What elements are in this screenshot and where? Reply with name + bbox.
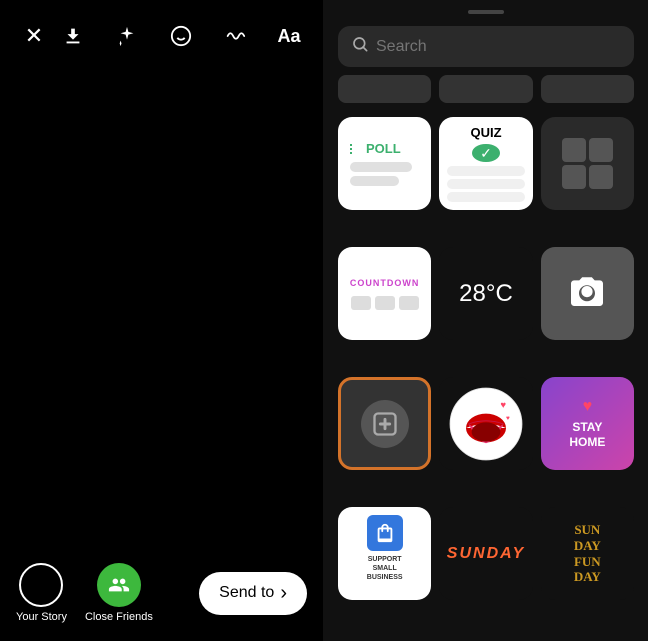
temp-label: 28°C xyxy=(459,280,513,308)
quiz-check-icon: ✓ xyxy=(472,144,500,162)
sunfun-label: SUNDAYFUNDAY xyxy=(574,522,601,584)
sticker-support-small-business[interactable]: SUPPORTSMALLBUSINESS xyxy=(338,507,431,600)
close-icon[interactable]: ✕ xyxy=(16,18,52,54)
sunday-label: SUNDAY xyxy=(447,545,525,563)
canvas-area xyxy=(0,0,323,641)
counter-seg-2 xyxy=(589,138,613,162)
svg-text:♥: ♥ xyxy=(500,400,506,411)
sticker-temperature[interactable]: 28°C xyxy=(439,247,532,340)
stickers-grid: POLL QUIZ ✓ xyxy=(324,113,648,641)
squiggle-icon[interactable] xyxy=(217,18,253,54)
bottom-bar: Your Story Close Friends Send to › xyxy=(0,549,323,641)
counter-seg-4 xyxy=(589,165,613,189)
svg-text:♥: ♥ xyxy=(506,415,510,422)
counter-seg-3 xyxy=(562,165,586,189)
search-bar[interactable] xyxy=(338,26,634,67)
sticker-countdown[interactable]: COUNTDOWN xyxy=(338,247,431,340)
mouth-svg: ♥ ♥ xyxy=(446,384,526,464)
search-input[interactable] xyxy=(376,38,620,56)
close-friends-button[interactable]: Close Friends xyxy=(85,563,153,623)
sticker-camera[interactable] xyxy=(541,247,634,340)
sticker-counter[interactable] xyxy=(541,117,634,210)
stay-home-text: STAYHOME xyxy=(569,420,605,449)
send-to-button[interactable]: Send to › xyxy=(199,572,307,615)
left-panel: ✕ xyxy=(0,0,324,641)
close-friends-circle xyxy=(97,563,141,607)
countdown-box-3 xyxy=(399,296,419,310)
sticker-mouth[interactable]: ♥ ♥ xyxy=(439,377,532,470)
sticker-sunday[interactable]: SUNDAY xyxy=(439,507,532,600)
sticker-sunday-funday[interactable]: SUNDAYFUNDAY xyxy=(541,507,634,600)
stay-home-heart: ♥ xyxy=(583,398,593,416)
text-aa-icon[interactable]: Aa xyxy=(271,18,307,54)
quiz-title: QUIZ xyxy=(470,125,501,140)
category-tab-3[interactable] xyxy=(541,75,634,103)
face-icon[interactable] xyxy=(163,18,199,54)
download-icon[interactable] xyxy=(55,18,91,54)
camera-icon xyxy=(567,274,607,314)
counter-seg-1 xyxy=(562,138,586,162)
send-to-arrow: › xyxy=(280,582,287,605)
top-toolbar: ✕ xyxy=(0,0,323,64)
sticker-poll[interactable]: POLL xyxy=(338,117,431,210)
sticker-add-photo[interactable] xyxy=(338,377,431,470)
your-story-circle xyxy=(19,563,63,607)
poll-label: POLL xyxy=(350,141,401,156)
send-to-label: Send to xyxy=(219,584,274,602)
countdown-box-2 xyxy=(375,296,395,310)
add-photo-icon xyxy=(361,400,409,448)
category-tab-1[interactable] xyxy=(338,75,431,103)
category-tab-2[interactable] xyxy=(439,75,532,103)
support-label: SUPPORTSMALLBUSINESS xyxy=(367,555,403,582)
search-icon xyxy=(352,36,368,57)
your-story-label: Your Story xyxy=(16,611,67,623)
countdown-box-1 xyxy=(351,296,371,310)
shopping-bag-icon xyxy=(367,515,403,551)
close-friends-label: Close Friends xyxy=(85,611,153,623)
panel-handle xyxy=(468,10,504,14)
sticker-quiz[interactable]: QUIZ ✓ xyxy=(439,117,532,210)
sticker-stay-home[interactable]: ♥ STAYHOME xyxy=(541,377,634,470)
category-tabs xyxy=(324,75,648,113)
sparkle-icon[interactable] xyxy=(109,18,145,54)
your-story-button[interactable]: Your Story xyxy=(16,563,67,623)
sticker-panel: POLL QUIZ ✓ xyxy=(324,0,648,641)
countdown-title: COUNTDOWN xyxy=(350,278,420,288)
